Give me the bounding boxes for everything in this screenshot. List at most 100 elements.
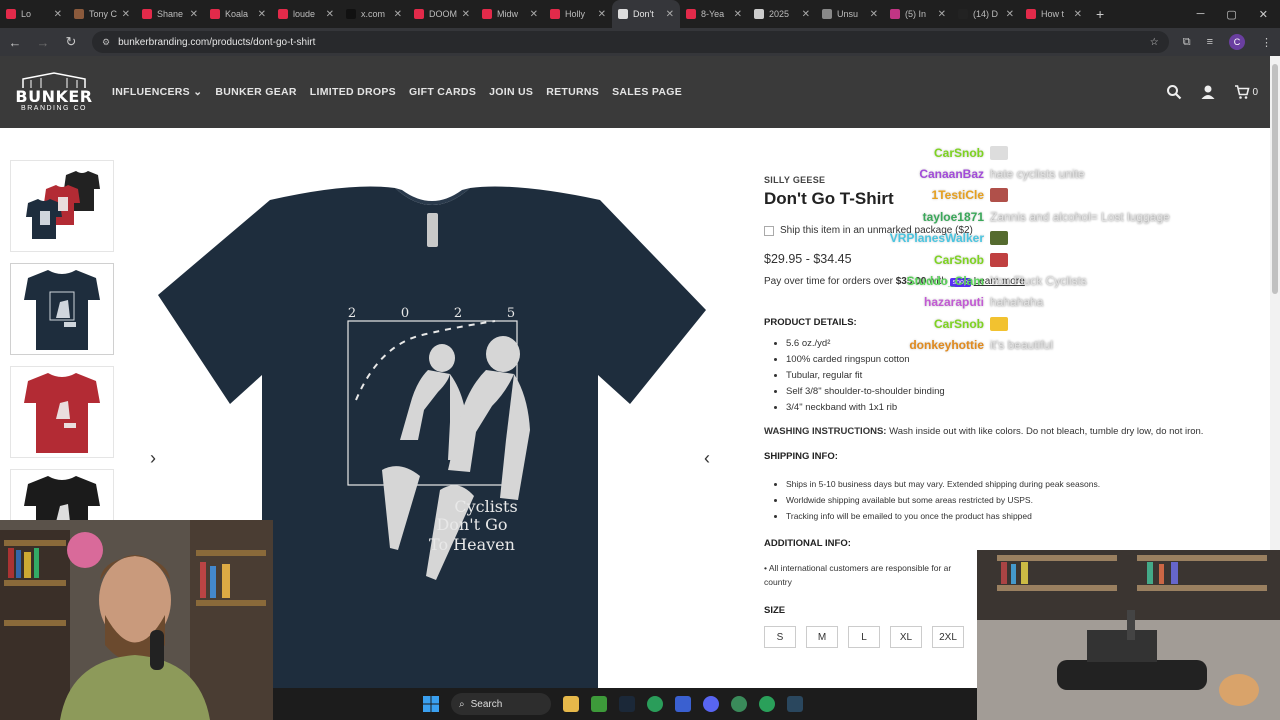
prev-image-arrow-icon[interactable]: › — [150, 448, 156, 469]
browser-tab[interactable]: Holly ✕ — [544, 0, 612, 28]
chat-username: VRPlanesWalker — [889, 231, 984, 246]
account-icon[interactable] — [1200, 84, 1216, 100]
washing-text: Wash inside out with like colors. Do not… — [886, 426, 1204, 437]
unmarked-package-checkbox[interactable] — [764, 225, 774, 236]
next-image-arrow-icon[interactable]: ‹ — [704, 448, 710, 469]
bookmark-star-icon[interactable]: ☆ — [1150, 37, 1159, 48]
tab-close-icon[interactable]: ✕ — [734, 9, 742, 20]
tab-favicon-icon — [618, 9, 628, 19]
year-digit: 2 — [454, 306, 462, 321]
browser-tab[interactable]: Unsu ✕ — [816, 0, 884, 28]
close-window-icon[interactable]: ✕ — [1259, 8, 1268, 21]
app-icon[interactable] — [675, 696, 691, 712]
search-icon[interactable] — [1166, 84, 1182, 100]
bunker-logo[interactable]: BUNKER BRANDING CO — [12, 68, 96, 116]
tab-close-icon[interactable]: ✕ — [1006, 9, 1014, 20]
thumbnail-black[interactable] — [10, 469, 114, 520]
reload-icon[interactable]: ↻ — [64, 34, 78, 50]
tab-close-icon[interactable]: ✕ — [258, 9, 266, 20]
xbox-icon[interactable] — [759, 696, 775, 712]
tab-close-icon[interactable]: ✕ — [190, 9, 198, 20]
browser-tab[interactable]: Lo ✕ — [0, 0, 68, 28]
nav-bunker-gear[interactable]: BUNKER GEAR — [215, 86, 296, 98]
tab-close-icon[interactable]: ✕ — [870, 9, 878, 20]
shirt-text-line2: Don't Go — [436, 515, 507, 534]
tab-close-icon[interactable]: ✕ — [462, 9, 470, 20]
size-option-xl[interactable]: XL — [890, 626, 922, 648]
chrome-icon[interactable] — [647, 696, 663, 712]
nav-influencers[interactable]: INFLUENCERS ⌄ — [112, 86, 202, 98]
chat-message: 1TestiCle — [880, 185, 1220, 206]
browser-tab[interactable]: Midw ✕ — [476, 0, 544, 28]
tab-close-icon[interactable]: ✕ — [802, 9, 810, 20]
windows-start-icon[interactable] — [423, 696, 439, 712]
nav-join-us[interactable]: JOIN US — [489, 86, 533, 98]
nvidia-icon[interactable] — [591, 696, 607, 712]
browser-tab[interactable]: loude ✕ — [272, 0, 340, 28]
tab-close-icon[interactable]: ✕ — [122, 9, 130, 20]
nav-returns[interactable]: RETURNS — [546, 86, 599, 98]
chat-text: hate cyclists unite — [990, 167, 1085, 182]
size-option-m[interactable]: M — [806, 626, 838, 648]
browser-tab[interactable]: DOOM ✕ — [408, 0, 476, 28]
discord-icon[interactable] — [703, 696, 719, 712]
steam-icon[interactable] — [619, 696, 635, 712]
browser-tab[interactable]: Koala ✕ — [204, 0, 272, 28]
tab-label: x.com — [361, 9, 386, 19]
chrome-active-icon[interactable] — [731, 696, 747, 712]
media-icon[interactable]: ≡ — [1207, 36, 1213, 48]
nav-gift-cards[interactable]: GIFT CARDS — [409, 86, 476, 98]
nav-sales-page[interactable]: SALES PAGE — [612, 86, 682, 98]
tab-close-icon[interactable]: ✕ — [54, 9, 62, 20]
minimize-icon[interactable]: ─ — [1197, 8, 1205, 20]
tab-close-icon[interactable]: ✕ — [1074, 9, 1082, 20]
profile-avatar[interactable]: C — [1229, 34, 1245, 50]
browser-tab[interactable]: (5) In ✕ — [884, 0, 952, 28]
file-explorer-icon[interactable] — [563, 696, 579, 712]
taskbar-search[interactable]: ⌕ Search — [451, 693, 551, 715]
steam-alt-icon[interactable] — [787, 696, 803, 712]
size-option-l[interactable]: L — [848, 626, 880, 648]
address-bar[interactable]: ⚙ bunkerbranding.com/products/dont-go-t-… — [92, 31, 1169, 53]
tab-close-icon[interactable]: ✕ — [326, 9, 334, 20]
tab-favicon-icon — [278, 9, 288, 19]
tab-close-icon[interactable]: ✕ — [666, 9, 674, 20]
tab-favicon-icon — [754, 9, 764, 19]
thumbnail-all-colors[interactable] — [10, 160, 114, 252]
tab-label: 8-Yea — [701, 9, 725, 19]
tab-close-icon[interactable]: ✕ — [938, 9, 946, 20]
tab-close-icon[interactable]: ✕ — [598, 9, 606, 20]
tab-close-icon[interactable]: ✕ — [530, 9, 538, 20]
browser-tab[interactable]: 2025 ✕ — [748, 0, 816, 28]
browser-tab[interactable]: How t ✕ — [1020, 0, 1088, 28]
cart-button[interactable]: 0 — [1234, 84, 1258, 100]
menu-icon[interactable]: ⋮ — [1261, 36, 1272, 49]
tab-label: Don't — [633, 9, 654, 19]
new-tab-button[interactable]: + — [1096, 6, 1104, 22]
logo-subtext: BRANDING CO — [21, 105, 87, 112]
extensions-icon[interactable]: ⧉ — [1183, 36, 1191, 49]
url-text[interactable]: bunkerbranding.com/products/dont-go-t-sh… — [118, 37, 1142, 48]
scrollbar-thumb[interactable] — [1272, 64, 1278, 294]
tab-label: loude — [293, 9, 316, 19]
tab-favicon-icon — [346, 9, 356, 19]
browser-tab[interactable]: x.com ✕ — [340, 0, 408, 28]
back-icon[interactable]: ← — [8, 35, 22, 50]
browser-tab[interactable]: Shane ✕ — [136, 0, 204, 28]
maximize-icon[interactable]: ▢ — [1226, 8, 1236, 21]
browser-tab[interactable]: Tony C ✕ — [68, 0, 136, 28]
tab-favicon-icon — [1026, 9, 1036, 19]
forward-icon[interactable]: → — [36, 35, 50, 50]
thumbnail-red[interactable] — [10, 366, 114, 458]
nav-limited-drops[interactable]: LIMITED DROPS — [310, 86, 396, 98]
size-option-2xl[interactable]: 2XL — [932, 626, 964, 648]
tab-favicon-icon — [822, 9, 832, 19]
browser-tab[interactable]: 8-Yea ✕ — [680, 0, 748, 28]
site-info-icon[interactable]: ⚙ — [102, 37, 110, 48]
tab-close-icon[interactable]: ✕ — [394, 9, 402, 20]
browser-tab[interactable]: (14) D ✕ — [952, 0, 1020, 28]
stream-chat-overlay: CarSnob CanaanBaz hate cyclists unite 1Test… — [880, 142, 1220, 356]
thumbnail-navy[interactable] — [10, 263, 114, 355]
size-option-s[interactable]: S — [764, 626, 796, 648]
browser-tab[interactable]: Don't ✕ — [612, 0, 680, 28]
